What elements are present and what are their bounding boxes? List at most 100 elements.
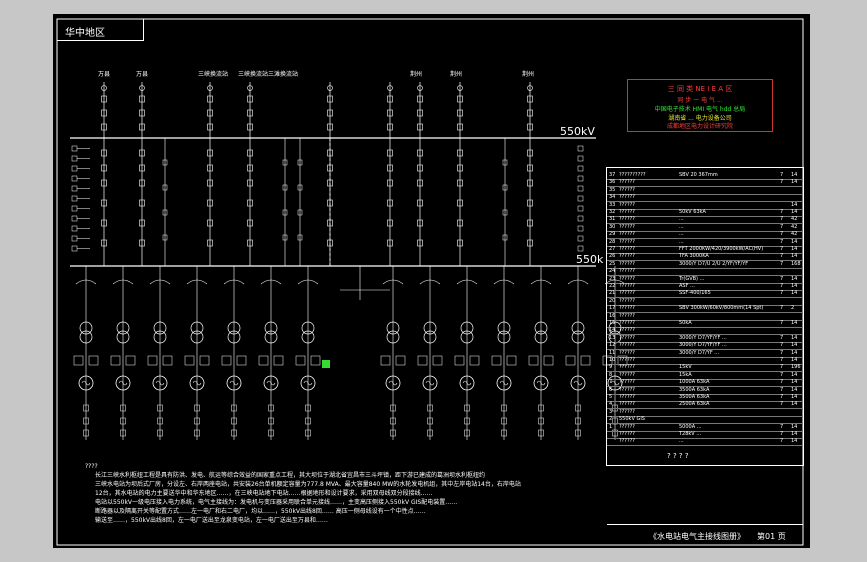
feeder-label: 万县 bbox=[98, 71, 111, 78]
table-cell-spec: Tr(GVB) ... bbox=[679, 275, 705, 282]
table-cell-q: 7 bbox=[780, 290, 784, 297]
table-cell-u: 14 bbox=[791, 438, 798, 445]
table-cell-u: 14 bbox=[791, 290, 798, 297]
table-cell-u: 14 bbox=[791, 379, 798, 386]
table-cell-name: ?????? bbox=[619, 246, 635, 252]
table-cell-spec: ... bbox=[679, 231, 684, 238]
table-cell-name: ?????? bbox=[619, 194, 635, 201]
table-cell-name: ?????? bbox=[619, 364, 635, 371]
table-cell-n: 2 bbox=[609, 416, 613, 423]
table-cell-name: ?????? bbox=[619, 371, 635, 378]
table-cell-q: 7 bbox=[780, 283, 784, 289]
table-cell-name: ?????? bbox=[619, 386, 635, 393]
note-line: 长江三峡水利枢纽工程是具有防洪、发电、航运等综合效益的国家重点工程，其大坝位于湖… bbox=[95, 472, 486, 479]
table-cell-n: 32 bbox=[609, 209, 616, 215]
table-cell-spec: 3000/Y D7/YF/YF ... bbox=[679, 334, 727, 341]
table-cell-name: ?????? bbox=[619, 379, 635, 386]
note-line: 断路器以及隔离开关等配置方式……左一电厂和右二电厂，均以……，550kV出线8回… bbox=[95, 508, 426, 515]
table-cell-spec: ASF ... bbox=[679, 283, 695, 289]
table-cell-q: 7 bbox=[780, 209, 784, 215]
table-cell-name: ?????? bbox=[619, 283, 635, 289]
table-cell-spec: TFA 3000KA bbox=[679, 253, 709, 260]
table-cell-q: 7 bbox=[780, 371, 784, 378]
table-cell-u: 14 bbox=[791, 349, 798, 356]
table-cell-name: ?????? bbox=[619, 342, 635, 349]
table-cell-n: 16 bbox=[609, 312, 616, 319]
table-cell-u: 14 bbox=[791, 253, 798, 260]
table-cell-spec: 15kV bbox=[679, 364, 692, 371]
table-cell-n: 12 bbox=[609, 342, 616, 349]
table-cell-u: 14 bbox=[791, 320, 798, 326]
table-cell-q: 7 bbox=[780, 231, 784, 238]
table-cell-n: 8 bbox=[609, 371, 613, 378]
table-row: ??????... 7 14 bbox=[607, 438, 803, 447]
table-footer: ? ? ? ? bbox=[667, 452, 689, 460]
table-cell-n: 4 bbox=[609, 401, 613, 408]
table-cell-n: 6 bbox=[609, 386, 613, 393]
table-cell-n: 20 bbox=[609, 297, 616, 304]
table-cell-u: 14 bbox=[791, 209, 798, 215]
table-cell-u: 42 bbox=[791, 231, 798, 238]
table-cell-n: 29 bbox=[609, 231, 616, 238]
table-cell-n: 26 bbox=[609, 253, 616, 260]
table-cell-name: ?????? bbox=[619, 238, 635, 245]
table-cell-n: 35 bbox=[609, 186, 616, 193]
table-cell-spec: 5000A ... bbox=[679, 423, 702, 430]
table-cell-spec: 3000/Y D7/YF ... bbox=[679, 349, 720, 356]
feeder-label: 荆州 bbox=[450, 71, 463, 78]
table-cell-u: 14 bbox=[791, 423, 798, 430]
table-cell-spec: 3500A 63kA bbox=[679, 394, 710, 400]
table-cell-u: 14 bbox=[791, 238, 798, 245]
table-cell-spec: 15kA bbox=[679, 371, 692, 378]
table-cell-u: 42 bbox=[791, 216, 798, 223]
title-block: 《水电站电气主接线图册》 第01 页 bbox=[607, 524, 803, 546]
table-cell-q: 7 bbox=[780, 357, 784, 363]
table-cell-name: ?????? bbox=[619, 401, 635, 408]
table-cell-name: ?????? bbox=[619, 231, 635, 238]
table-cell-name: ?????? bbox=[619, 408, 635, 415]
table-cell-u: 14 bbox=[791, 334, 798, 341]
table-cell-u: 14 bbox=[791, 201, 798, 208]
legend-line: 同 步 一 电 气 ... bbox=[677, 97, 723, 104]
table-cell-name: ?????? bbox=[619, 290, 635, 297]
table-cell-name: ?????? bbox=[619, 312, 635, 319]
table-cell-name: 550kV GIS bbox=[619, 416, 645, 423]
note-line: 电站以550kV一级电压接入电力系统，电气主接线为：发电机与变压器采用联合单元接… bbox=[95, 499, 458, 506]
feeder-label: 三峡换流站 bbox=[198, 71, 229, 78]
table-cell-name: ?????????? bbox=[619, 172, 646, 178]
highlight-marker bbox=[322, 360, 330, 368]
table-cell-n: 34 bbox=[609, 194, 616, 201]
table-cell-q: 7 bbox=[780, 179, 784, 186]
legend-line: 中国电子技术 HMI 电气 hdd 总局 bbox=[654, 106, 746, 113]
table-cell-u: 42 bbox=[791, 223, 798, 230]
table-cell-u: 14 bbox=[791, 401, 798, 408]
feeder-label: 荆州 bbox=[522, 71, 535, 78]
equipment-table: 37?????????? SBV 20 367mm 7 14 36?????? 7 14 35… bbox=[606, 167, 804, 466]
region-title-box: 华中地区 bbox=[57, 19, 144, 41]
notes-block: ???? 长江三峡水利枢纽工程是具有防洪、发电、航运等综合效益的国家重点工程，其… bbox=[85, 462, 603, 525]
table-cell-spec: SBV 300kW/60kV/800mm(14 Spt) bbox=[679, 305, 764, 312]
table-cell-q: 7 bbox=[780, 394, 784, 400]
table-cell-name: ?????? bbox=[619, 423, 635, 430]
table-cell-n: 36 bbox=[609, 179, 616, 186]
table-cell-q: 7 bbox=[780, 438, 784, 445]
table-cell-spec: 3500A 63kA bbox=[679, 386, 710, 393]
table-cell-u: 14 bbox=[791, 246, 798, 252]
table-cell-name: ?????? bbox=[619, 268, 635, 275]
table-cell-name: ?????? bbox=[619, 275, 635, 282]
table-cell-u: 14 bbox=[791, 179, 798, 186]
table-cell-n: 21 bbox=[609, 290, 616, 297]
table-cell-n: 22 bbox=[609, 283, 616, 289]
table-cell-n: 13 bbox=[609, 334, 616, 341]
table-cell-u: 14 bbox=[791, 386, 798, 393]
table-cell-u: 14 bbox=[791, 357, 798, 363]
table-cell-q: 7 bbox=[780, 246, 784, 252]
table-cell-n: 31 bbox=[609, 216, 616, 223]
table-cell-u: 14 bbox=[791, 283, 798, 289]
table-cell-n: 28 bbox=[609, 238, 616, 245]
table-cell-n: 27 bbox=[609, 246, 616, 252]
table-cell-q: 7 bbox=[780, 275, 784, 282]
legend-box: 三 同 类 NE I E A 区 同 步 一 电 气 ... 中国电子技术 HM… bbox=[627, 79, 773, 132]
table-cell-spec: SSF-400/165 bbox=[679, 290, 711, 297]
table-cell-name: ?????? bbox=[619, 394, 635, 400]
